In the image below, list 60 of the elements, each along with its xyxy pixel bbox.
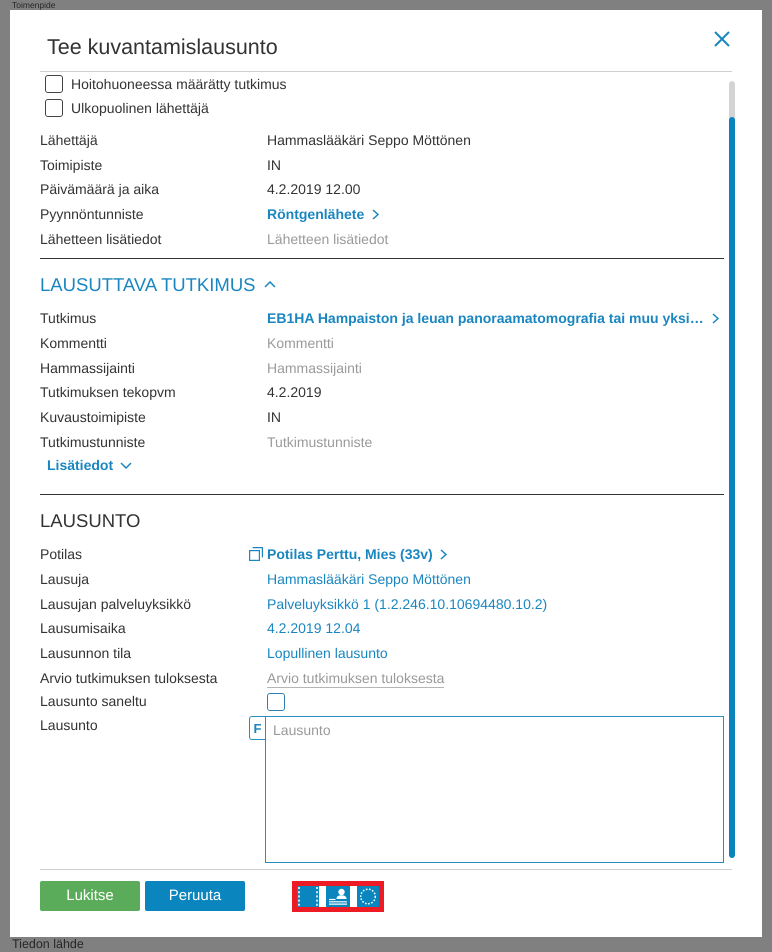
background-label: Tiedon lähde [12, 937, 84, 952]
field-label: Hammassijainti [40, 358, 136, 378]
field-link[interactable]: Lopullinen lausunto [267, 643, 388, 664]
copy-icon[interactable] [249, 547, 263, 562]
chevron-right-icon [372, 209, 380, 220]
field-link[interactable]: Palveluyksikkö 1 (1.2.246.10.10694480.10.2) [267, 594, 548, 615]
field-label: Lausuja [40, 570, 90, 589]
checkbox-label: Ulkopuolinen lähettäjä [71, 98, 209, 118]
checkbox[interactable] [45, 75, 63, 93]
field-value: 4.2.2019 [267, 383, 322, 402]
field-link[interactable]: Röntgenlähete [267, 204, 380, 226]
field-label: Tutkimus [40, 308, 98, 328]
statement-textarea[interactable]: Lausunto [265, 716, 724, 864]
chevron-right-icon [440, 548, 447, 560]
inline-input-field[interactable]: Tutkimustunniste [267, 432, 372, 453]
field-link[interactable]: Hammaslääkäri Seppo Möttönen [267, 568, 471, 590]
input-field[interactable]: Arvio tutkimuksen tuloksesta [267, 668, 444, 688]
confirm-button[interactable]: Lukitse [40, 881, 140, 911]
field-label: Pyynnöntunniste [40, 205, 145, 224]
field-label: Potilas [40, 544, 84, 564]
field-label: Päivämäärä ja aika [40, 180, 160, 200]
field-label: Lähetteen lisätiedot [40, 230, 162, 250]
dotted-strip-icon[interactable] [297, 886, 319, 907]
field-value: IN [267, 408, 281, 428]
checkbox[interactable] [267, 692, 285, 711]
field-label: Lausumisaika [40, 619, 127, 638]
field-label: Tutkimuksen tekopvm [40, 383, 177, 402]
field-value: IN [267, 156, 281, 175]
close-button[interactable] [713, 30, 731, 48]
field-value: Hammaslääkäri Seppo Möttönen [267, 130, 471, 150]
section-heading: LAUSUNTO [40, 508, 140, 533]
patient-link[interactable]: Potilas Perttu, Mies (33v) [267, 544, 447, 565]
inline-input-field[interactable]: Kommentti [267, 332, 334, 354]
dialog-title: Tee kuvantamislausunto [47, 34, 278, 60]
checkbox[interactable] [45, 99, 63, 117]
field-label: Lausunnon tila [40, 644, 132, 664]
field-label: Lausujan palveluyksikkö [40, 594, 192, 614]
field-label: Tutkimustunniste [40, 432, 146, 452]
field-label: Lähettäjä [40, 130, 99, 150]
field-label: Lausunto saneltu [40, 692, 148, 712]
format-tab[interactable]: F [249, 716, 265, 740]
close-icon [714, 31, 730, 47]
chevron-right-icon [712, 312, 719, 324]
person-card-icon[interactable] [326, 886, 350, 907]
inline-input-field[interactable]: Hammassijainti [267, 358, 362, 379]
dotted-circle-icon[interactable] [357, 886, 379, 907]
more-info-toggle[interactable]: Lisätiedot [47, 454, 132, 477]
cancel-button[interactable]: Peruuta [145, 881, 245, 911]
inline-input-field[interactable]: Lähetteen lisätiedot [267, 229, 388, 250]
field-link[interactable]: 4.2.2019 12.04 [267, 618, 360, 640]
field-value: 4.2.2019 12.00 [267, 180, 360, 200]
field-label: Kommentti [40, 334, 108, 353]
field-label: Arvio tutkimuksen tuloksesta [40, 668, 218, 688]
field-label: Kuvaustoimipiste [40, 408, 147, 428]
background-heading: Toimenpide [12, 0, 56, 10]
field-label: Toimipiste [40, 156, 104, 175]
field-label: Lausunto [40, 716, 99, 734]
checkbox-label: Hoitohuoneessa määrätty tutkimus [71, 74, 287, 94]
field-link[interactable]: EB1HA Hampaiston ja leuan panoraamatomografia tai muu yksi… [267, 308, 719, 329]
section-toggle[interactable]: LAUSUTTAVA TUTKIMUS [40, 271, 276, 298]
